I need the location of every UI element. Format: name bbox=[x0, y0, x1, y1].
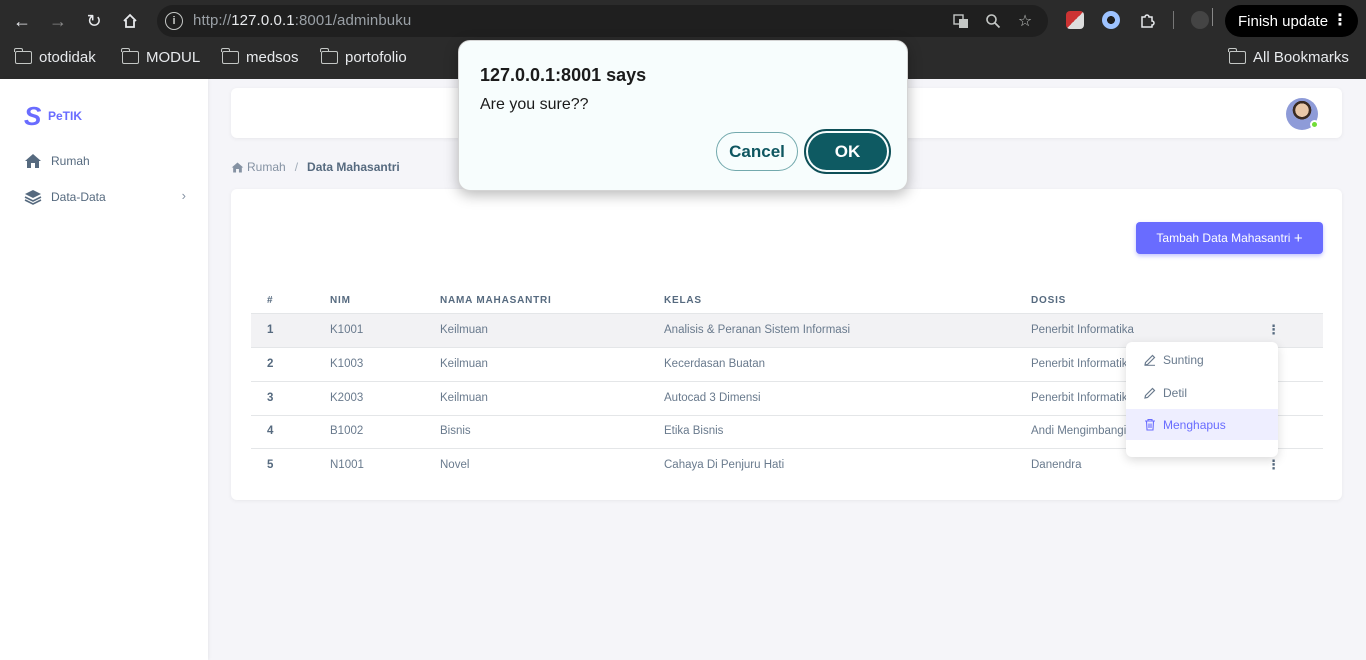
dialog-message: Are you sure?? bbox=[480, 96, 589, 113]
cell-nim: B1002 bbox=[330, 425, 364, 437]
bookmark-star-icon[interactable]: ☆ bbox=[1015, 11, 1035, 31]
home-icon bbox=[231, 161, 244, 173]
cell-nim: N1001 bbox=[330, 459, 364, 471]
cell-dosis: Penerbit Informatika bbox=[1031, 324, 1134, 336]
cell-nim: K2003 bbox=[330, 392, 364, 404]
layers-icon bbox=[24, 190, 42, 205]
cell-kelas: Cahaya Di Penjuru Hati bbox=[664, 459, 785, 471]
url-text[interactable]: http://127.0.0.1:8001/adminbuku bbox=[193, 12, 411, 29]
row-actions-menu: Sunting Detil Menghapus bbox=[1126, 342, 1278, 457]
more-vert-icon: ⋮ bbox=[1332, 12, 1348, 29]
breadcrumb-separator: / bbox=[294, 160, 299, 174]
edit-icon bbox=[1144, 354, 1156, 366]
translate-icon[interactable] bbox=[951, 11, 971, 31]
ok-button-label: OK bbox=[808, 133, 887, 170]
browser-toolbar: ← → ↻ i http://127.0.0.1:8001/adminbuku … bbox=[0, 0, 1366, 41]
cell-nim: K1001 bbox=[330, 324, 364, 336]
sidebar-item-label: Rumah bbox=[51, 154, 90, 168]
menu-item-menghapus[interactable]: Menghapus bbox=[1126, 409, 1278, 440]
site-info-icon[interactable]: i bbox=[165, 12, 183, 30]
online-status-icon bbox=[1310, 120, 1319, 129]
row-actions-icon[interactable]: ⋮ bbox=[1267, 321, 1280, 339]
sidebar-item-rumah[interactable]: Rumah bbox=[24, 150, 188, 172]
folder-icon bbox=[221, 48, 239, 64]
bookmark-folder[interactable]: MODUL bbox=[121, 48, 200, 66]
forward-icon[interactable]: → bbox=[45, 8, 71, 34]
add-mahasantri-button[interactable]: Tambah Data Mahasantri + bbox=[1136, 222, 1323, 254]
cell-no: 3 bbox=[267, 392, 274, 404]
cell-dosis: Danendra bbox=[1031, 459, 1082, 471]
cell-kelas: Autocad 3 Dimensi bbox=[664, 392, 761, 404]
ok-button[interactable]: OK bbox=[804, 129, 891, 174]
cell-no: 2 bbox=[267, 358, 274, 370]
toolbar-divider bbox=[1173, 11, 1174, 29]
column-header: NIM bbox=[330, 295, 351, 306]
cell-nama: Novel bbox=[440, 459, 470, 471]
bookmark-folder[interactable]: otodidak bbox=[14, 48, 96, 66]
address-bar[interactable]: i http://127.0.0.1:8001/adminbuku ☆ bbox=[157, 5, 1048, 37]
cell-no: 1 bbox=[267, 324, 274, 336]
cell-no: 4 bbox=[267, 425, 274, 437]
extension-icon[interactable] bbox=[1066, 11, 1084, 29]
confirm-dialog: 127.0.0.1:8001 says Are you sure?? Cance… bbox=[458, 40, 908, 191]
cell-dosis: Andi Mengimbangi bbox=[1031, 425, 1127, 437]
column-header: KELAS bbox=[664, 295, 702, 306]
dialog-title: 127.0.0.1:8001 says bbox=[480, 65, 647, 85]
cell-kelas: Kecerdasan Buatan bbox=[664, 358, 766, 370]
column-header: DOSIS bbox=[1031, 295, 1067, 306]
column-header: NAMA MAHASANTRI bbox=[440, 295, 552, 306]
home-icon bbox=[25, 154, 41, 168]
back-icon[interactable]: ← bbox=[9, 8, 35, 34]
all-bookmarks[interactable]: All Bookmarks bbox=[1228, 48, 1349, 66]
plus-icon: + bbox=[1293, 229, 1303, 247]
menu-item-sunting[interactable]: Sunting bbox=[1126, 344, 1278, 375]
trash-icon bbox=[1145, 418, 1155, 431]
brand-name: PeTIK bbox=[48, 109, 83, 123]
extensions-puzzle-icon[interactable] bbox=[1134, 8, 1160, 34]
row-actions-icon[interactable]: ⋮ bbox=[1267, 456, 1280, 474]
bookmark-folder[interactable]: portofolio bbox=[320, 48, 407, 66]
breadcrumb-current: Data Mahasantri bbox=[307, 160, 400, 174]
folder-icon bbox=[1228, 48, 1246, 64]
cell-dosis: Penerbit Informatika bbox=[1031, 392, 1134, 404]
folder-icon bbox=[14, 48, 32, 64]
table-header: # NIM NAMA MAHASANTRI KELAS DOSIS bbox=[251, 289, 1323, 314]
finish-update-button[interactable]: Finish update ⋮ bbox=[1225, 5, 1358, 37]
column-header: # bbox=[267, 295, 274, 306]
bookmark-folder[interactable]: medsos bbox=[221, 48, 299, 66]
cell-kelas: Etika Bisnis bbox=[664, 425, 724, 437]
breadcrumb-home-link[interactable]: Rumah bbox=[247, 160, 286, 174]
cell-no: 5 bbox=[267, 459, 274, 471]
sidebar: S PeTIK Rumah Data-Data › bbox=[0, 79, 208, 660]
folder-icon bbox=[320, 48, 338, 64]
cell-dosis: Penerbit Informatika bbox=[1031, 358, 1134, 370]
cell-nama: Bisnis bbox=[440, 425, 471, 437]
profile-icon[interactable] bbox=[1191, 11, 1209, 29]
bookmarks-divider bbox=[1212, 8, 1213, 26]
reload-icon[interactable]: ↻ bbox=[81, 8, 107, 34]
cell-nama: Keilmuan bbox=[440, 324, 488, 336]
menu-item-detil[interactable]: Detil bbox=[1126, 377, 1278, 408]
avatar[interactable] bbox=[1286, 98, 1319, 130]
home-icon[interactable] bbox=[117, 8, 143, 34]
edit-icon bbox=[1144, 387, 1156, 399]
cell-kelas: Analisis & Peranan Sistem Informasi bbox=[664, 324, 850, 336]
zoom-icon[interactable] bbox=[983, 11, 1003, 31]
brand-logo[interactable]: S PeTIK bbox=[24, 101, 83, 131]
sidebar-item-label: Data-Data bbox=[51, 190, 106, 204]
cell-nim: K1003 bbox=[330, 358, 364, 370]
extension-icon[interactable] bbox=[1102, 11, 1120, 29]
cell-nama: Keilmuan bbox=[440, 392, 488, 404]
sidebar-item-data-data[interactable]: Data-Data › bbox=[24, 186, 188, 208]
logo-icon: S bbox=[24, 101, 42, 131]
cell-nama: Keilmuan bbox=[440, 358, 488, 370]
folder-icon bbox=[121, 48, 139, 64]
breadcrumb: Rumah / Data Mahasantri bbox=[231, 160, 400, 174]
chevron-right-icon: › bbox=[181, 188, 186, 203]
cancel-button[interactable]: Cancel bbox=[716, 132, 798, 171]
